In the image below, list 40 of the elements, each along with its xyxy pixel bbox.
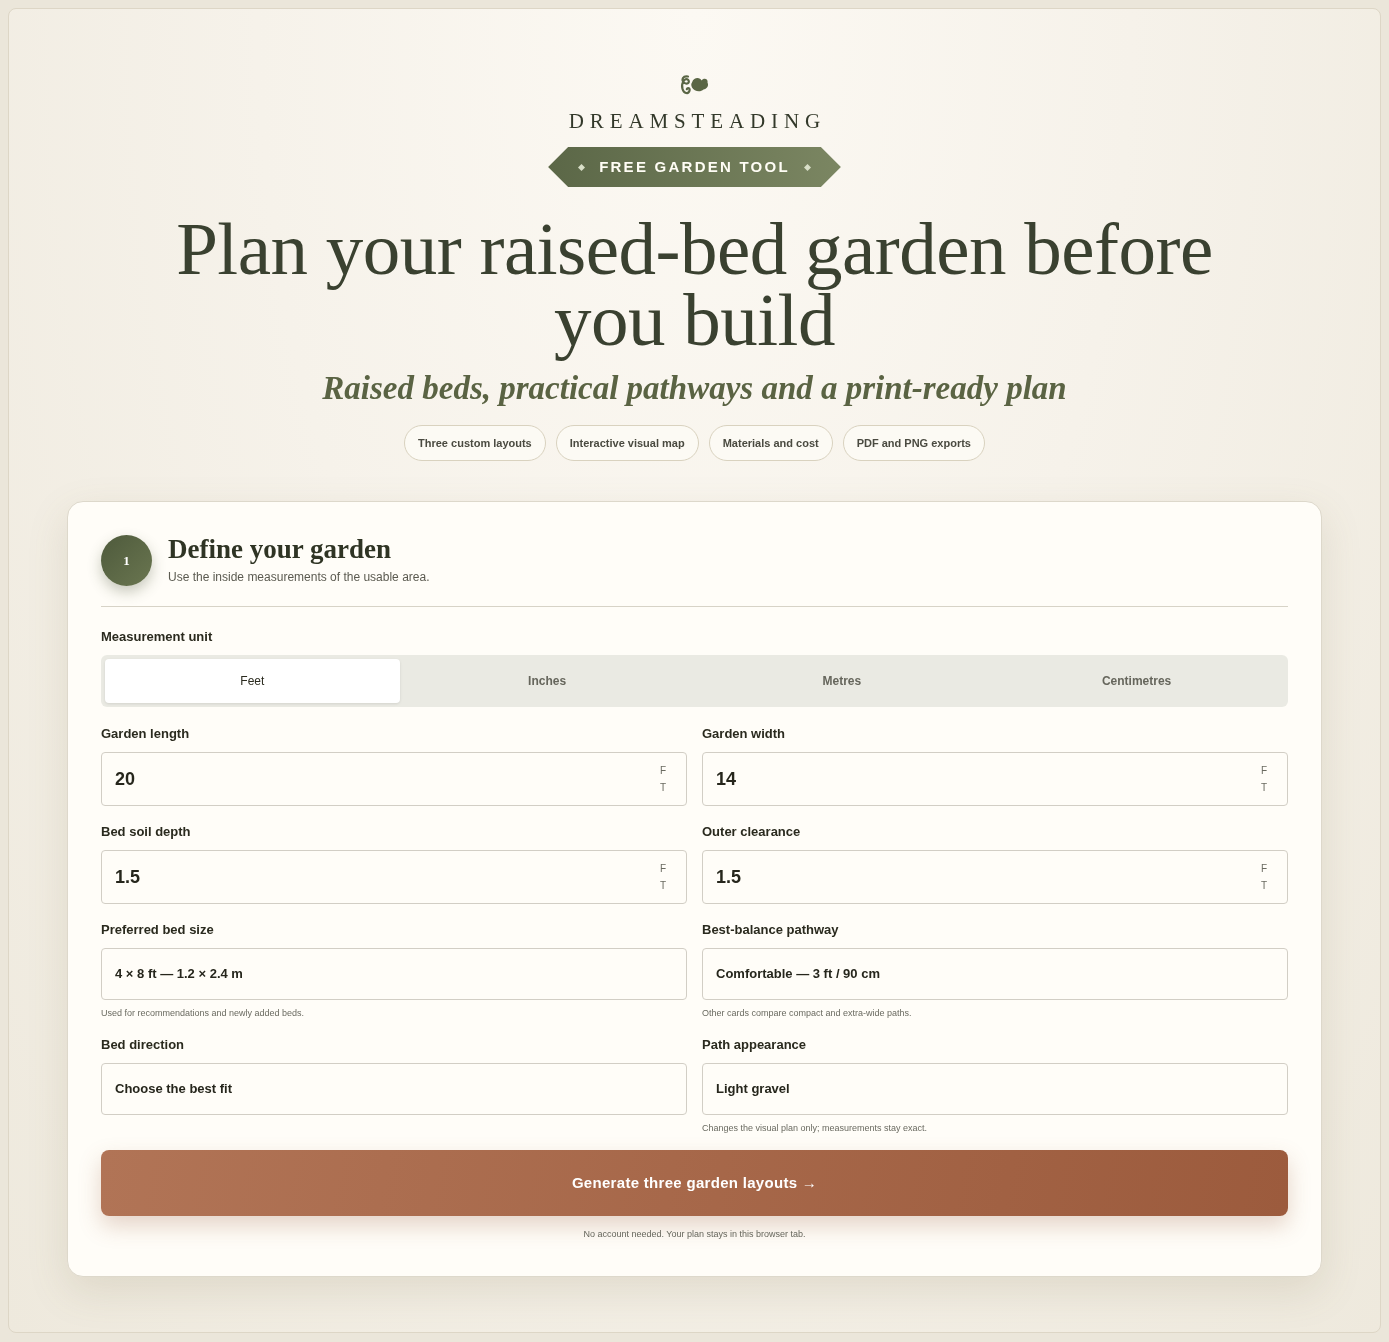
unit-suffix: FT [658, 862, 668, 893]
field-label: Measurement unit [101, 629, 214, 645]
field-label: Path appearance [702, 1037, 808, 1053]
feature-chip: Three custom layouts [404, 425, 546, 461]
field-label: Bed soil depth [101, 824, 192, 840]
unit-suffix: FT [1259, 862, 1269, 893]
unit-tab[interactable]: Metres [694, 659, 990, 703]
section-description: Use the inside measurements of the usable area. [168, 568, 430, 586]
diamond-icon [803, 163, 811, 171]
step-number: 1 [101, 535, 152, 586]
field-label: Garden length [101, 726, 191, 742]
feature-chip: PDF and PNG exports [842, 425, 985, 461]
brand-name: DREAMSTEADING [567, 108, 827, 134]
field-hint: Used for recommendations and newly added beds. [101, 1007, 306, 1019]
badge-text: FREE GARDEN TOOL [599, 156, 790, 177]
field-label: Preferred bed size [101, 922, 215, 938]
field-label: Outer clearance [702, 824, 802, 840]
privacy-note: No account needed. Your plan stays in this browser tab. [582, 1228, 807, 1241]
generate-button[interactable]: Generate three garden layouts → [101, 1150, 1288, 1216]
select-field[interactable]: 4 × 8 ft — 1.2 × 2.4 m [101, 948, 687, 1000]
field-label: Best-balance pathway [702, 922, 840, 938]
select-field[interactable]: Choose the best fit [101, 1063, 687, 1115]
field-label: Garden width [702, 726, 787, 742]
select-field[interactable]: Light gravel [702, 1063, 1288, 1115]
field-label: Bed direction [101, 1037, 186, 1053]
feature-chip: Materials and cost [708, 425, 833, 461]
unit-tab[interactable]: Inches [399, 659, 695, 703]
hero-subtitle: Raised beds, practical pathways and a print-ready plan [322, 369, 1067, 407]
feature-chip: Interactive visual map [555, 425, 699, 461]
unit-suffix: FT [1259, 764, 1269, 795]
unit-tab[interactable]: Centimetres [989, 659, 1284, 703]
section-title: Define your garden [168, 535, 392, 565]
field-hint: Other cards compare compact and extra-wide paths. [702, 1007, 913, 1019]
hero-title: Plan your raised-bed garden before you build [175, 207, 1214, 363]
select-field[interactable]: Comfortable — 3 ft / 90 cm [702, 948, 1288, 1000]
unit-suffix: FT [658, 764, 668, 795]
diamond-icon [578, 163, 586, 171]
field-hint: Changes the visual plan only; measurements stay exact. [702, 1122, 929, 1134]
unit-tab[interactable]: Feet [105, 659, 400, 703]
vine-leaf-icon [679, 74, 710, 96]
